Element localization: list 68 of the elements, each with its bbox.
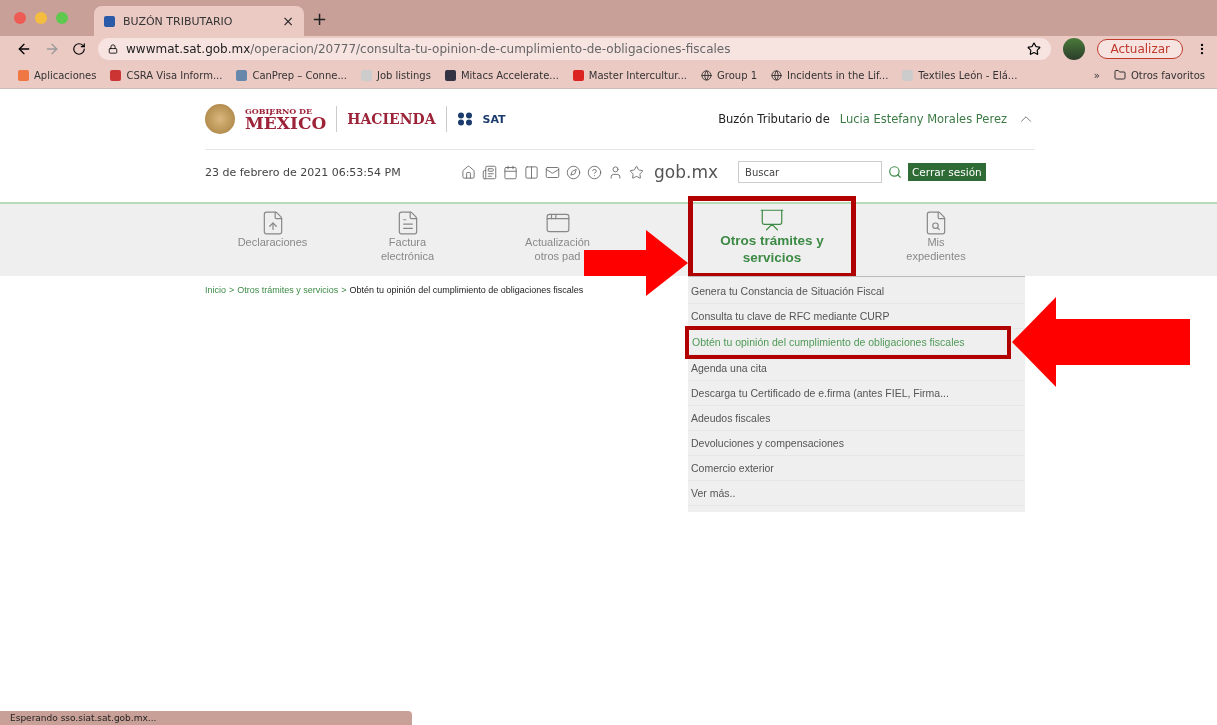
bookmark[interactable]: CanPrep – Conne... bbox=[236, 69, 347, 81]
profile-avatar[interactable] bbox=[1063, 38, 1086, 60]
bookmark[interactable]: CSRA Visa Inform... bbox=[110, 69, 223, 81]
lock-icon bbox=[108, 44, 118, 54]
book-icon[interactable] bbox=[524, 164, 539, 180]
star-icon[interactable] bbox=[629, 164, 644, 180]
ministry-logo-text: HACIENDA bbox=[347, 111, 436, 127]
update-button[interactable]: Actualizar bbox=[1097, 39, 1183, 59]
bookmark[interactable]: Mitacs Accelerate... bbox=[444, 69, 559, 81]
home-icon[interactable] bbox=[461, 164, 476, 180]
menu-item[interactable]: Ver más.. bbox=[688, 481, 1025, 506]
mailbox-label: Buzón Tributario de bbox=[718, 112, 830, 126]
site-icon bbox=[236, 69, 248, 81]
date-time: 23 de febrero de 2021 06:53:54 PM bbox=[205, 165, 402, 179]
back-icon[interactable] bbox=[16, 41, 32, 57]
more-bookmarks-button[interactable]: » bbox=[1093, 69, 1100, 81]
bookmark[interactable]: Incidents in the Lif... bbox=[771, 69, 889, 81]
dots-logo-icon bbox=[456, 112, 473, 126]
mail-icon[interactable] bbox=[545, 164, 560, 180]
bookmark-star-icon[interactable] bbox=[1027, 42, 1042, 56]
logout-button[interactable]: Cerrar sesión bbox=[908, 163, 986, 181]
menu-item[interactable]: Comercio exterior bbox=[688, 456, 1025, 481]
site-icon bbox=[18, 69, 29, 81]
site-icon bbox=[360, 69, 372, 81]
breadcrumb-link[interactable]: Inicio bbox=[205, 285, 226, 512]
menu-item[interactable]: Agenda una cita bbox=[688, 356, 1025, 381]
search-field[interactable]: Buscar bbox=[738, 161, 882, 183]
site-icon bbox=[110, 69, 122, 81]
globe-icon bbox=[701, 69, 713, 81]
breadcrumb-current: Obtén tu opinión del cumplimiento de obligaciones fiscales bbox=[349, 285, 584, 297]
menu-item[interactable]: Genera tu Constancia de Situación Fiscal bbox=[688, 279, 1025, 304]
menu-item[interactable]: Devoluciones y compensaciones bbox=[688, 431, 1025, 456]
browser-tab[interactable]: BUZÓN TRIBUTARIO × bbox=[94, 6, 304, 36]
bookmark[interactable]: Group 1 bbox=[701, 69, 758, 81]
calendar-icon[interactable] bbox=[503, 164, 518, 180]
compass-icon[interactable] bbox=[566, 164, 581, 180]
search-icon[interactable] bbox=[888, 165, 902, 179]
new-tab-button[interactable]: + bbox=[312, 7, 328, 29]
breadcrumb-link[interactable]: Otros trámites y servicios bbox=[237, 285, 339, 512]
logo-text: MÉXICO bbox=[245, 114, 327, 132]
nav-icon bbox=[759, 207, 785, 233]
newspaper-icon[interactable] bbox=[482, 164, 497, 180]
site-icon bbox=[902, 69, 914, 81]
bookmark[interactable]: Aplicaciones bbox=[18, 69, 97, 81]
logo-text: GOBIERNO DE bbox=[245, 106, 313, 115]
tab-close-button[interactable]: × bbox=[282, 13, 294, 29]
portal-link[interactable]: gob.mx bbox=[654, 162, 718, 182]
breadcrumb-separator: > bbox=[229, 285, 235, 297]
site-icon bbox=[572, 69, 584, 81]
user-icon[interactable] bbox=[608, 164, 623, 180]
address-bar[interactable]: wwwmat.sat.gob.mx/operacion/20777/consulta-tu-opinion-de-cumplimiento-de-obligaciones-fiscales bbox=[98, 38, 1052, 60]
site-icon bbox=[444, 69, 456, 81]
menu-item[interactable]: Descarga tu Certificado de e.firma (antes FIEL, Firma... bbox=[688, 381, 1025, 406]
bookmark[interactable]: Master Intercultur... bbox=[572, 69, 688, 81]
folder-icon bbox=[1114, 69, 1126, 81]
menu-item[interactable]: Adeudos fiscales bbox=[688, 406, 1025, 431]
reload-icon[interactable] bbox=[72, 42, 86, 56]
nav-item[interactable]: Otros trámites y servicios bbox=[693, 201, 851, 273]
bookmark[interactable]: Job listings bbox=[360, 69, 431, 81]
status-bar: Esperando sso.siat.sat.gob.mx... bbox=[0, 711, 412, 725]
breadcrumb-separator: > bbox=[341, 285, 347, 297]
globe-icon bbox=[771, 69, 783, 81]
bookmark[interactable]: Textiles León - Elá... bbox=[902, 69, 1018, 81]
seal-icon bbox=[205, 104, 235, 134]
agency-logo-text: SAT bbox=[482, 112, 506, 126]
user-name: Lucia Estefany Morales Perez bbox=[839, 112, 1007, 126]
help-icon[interactable] bbox=[587, 164, 602, 180]
bookmark-folder[interactable]: Otros favoritos bbox=[1114, 69, 1205, 81]
